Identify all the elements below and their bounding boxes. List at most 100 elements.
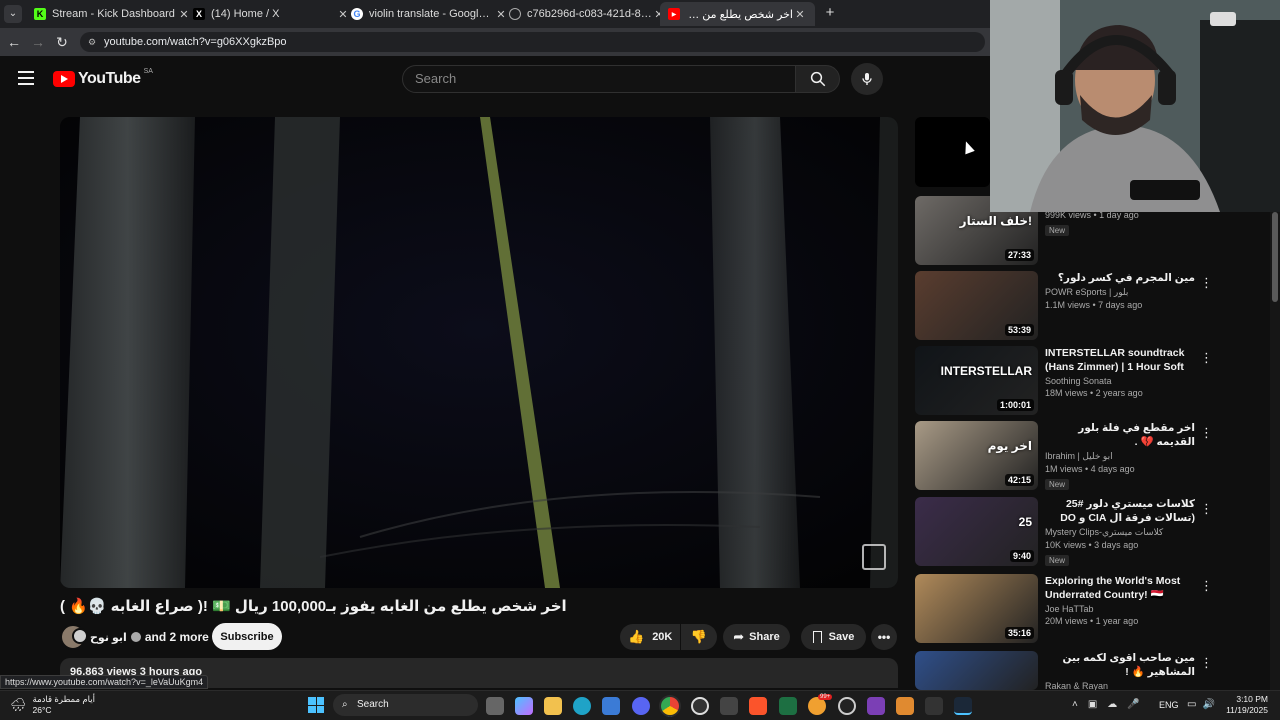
recommendation-channel[interactable]: Joe HaTTab bbox=[1045, 604, 1195, 614]
youtube-favicon-icon: ▶ bbox=[668, 8, 680, 20]
google-favicon-icon: G bbox=[351, 8, 363, 20]
more-vertical-icon[interactable]: ⋮ bbox=[1200, 425, 1213, 441]
recommendation-title[interactable]: INTERSTELLAR soundtrack (Hans Zimmer) | … bbox=[1045, 346, 1195, 374]
reload-icon[interactable]: ↻ bbox=[52, 32, 72, 52]
more-vertical-icon[interactable]: ⋮ bbox=[1200, 275, 1213, 291]
language-indicator[interactable]: ENG bbox=[1159, 700, 1179, 710]
obs-icon[interactable] bbox=[838, 697, 856, 715]
video-thumbnail[interactable]: INTERSTELLAR 1:00:01 bbox=[915, 346, 1038, 415]
save-button[interactable]: Save bbox=[801, 624, 866, 650]
forward-arrow-icon[interactable]: → bbox=[28, 32, 48, 52]
video-duration: 27:33 bbox=[1004, 249, 1034, 261]
brave-icon[interactable] bbox=[749, 697, 767, 715]
recommendation-title[interactable]: اخر مقطع في فلة بلور القديمه 💔 . bbox=[1045, 421, 1195, 449]
recommendation-info: INTERSTELLAR soundtrack (Hans Zimmer) | … bbox=[1045, 346, 1195, 398]
chevron-up-icon[interactable]: ˄ bbox=[1072, 699, 1078, 710]
new-tab-button[interactable]: + bbox=[822, 5, 838, 21]
like-button[interactable]: 👍 20K bbox=[620, 624, 680, 650]
recommendation-title[interactable]: كلاسات ميستري دلور #25 (تسالات فرقة ال C… bbox=[1045, 497, 1195, 525]
tab-title: Stream - Kick Dashboard bbox=[52, 8, 175, 20]
tab-youtube-video[interactable]: ▶ اخر شخص يطلع من الغابه يفوز بـ ✕ bbox=[660, 2, 815, 26]
tab-x-home[interactable]: X (14) Home / X ✕ bbox=[185, 2, 358, 26]
video-thumbnail[interactable]: اخر يوم 42:15 bbox=[915, 421, 1038, 490]
chrome-icon[interactable] bbox=[661, 697, 679, 715]
address-bar[interactable]: ⚙ youtube.com/watch?v=g06XXgkzBpo bbox=[80, 32, 985, 52]
app-icon-3[interactable] bbox=[867, 697, 885, 715]
store-icon[interactable] bbox=[602, 697, 620, 715]
tab-title: (14) Home / X bbox=[211, 8, 280, 20]
share-arrow-icon: ➦ bbox=[733, 629, 745, 644]
steam-icon[interactable] bbox=[954, 697, 972, 715]
excel-icon[interactable] bbox=[779, 697, 797, 715]
subscribe-button[interactable]: Subscribe bbox=[212, 623, 282, 650]
tab-search-dropdown-icon[interactable]: ⌄ bbox=[4, 5, 22, 23]
channel-watermark-icon[interactable] bbox=[862, 544, 886, 570]
bookmark-icon bbox=[812, 631, 822, 643]
network-volume-icons[interactable]: ▭ 🔊 bbox=[1187, 699, 1215, 710]
search-input[interactable]: Search bbox=[402, 65, 796, 93]
taskbar-search-label: Search bbox=[357, 699, 389, 710]
recommendation-title[interactable]: مين المجرم في كسر دلور؟ bbox=[1045, 271, 1195, 285]
ad-slot[interactable] bbox=[915, 117, 990, 187]
taskbar-search[interactable]: ⌕ Search bbox=[333, 694, 478, 716]
system-tray[interactable]: ˄ ▣ ☁ 🎤 bbox=[1072, 699, 1140, 710]
weather-widget[interactable]: 🌧 أيام ممطرة قادمة 26°C bbox=[10, 694, 95, 716]
recommendation-channel[interactable]: Mystery Clips-كلاسات ميستري bbox=[1045, 527, 1195, 538]
app-icon-5[interactable] bbox=[925, 697, 943, 715]
recommendation-channel[interactable]: POWR eSports | بلور bbox=[1045, 287, 1195, 298]
start-windows-icon[interactable] bbox=[308, 697, 324, 713]
recommendation-title[interactable]: Exploring the World's Most Underrated Co… bbox=[1045, 574, 1195, 602]
file-explorer-icon[interactable] bbox=[544, 697, 562, 715]
tab-google-search[interactable]: G violin translate - Google Search ✕ bbox=[343, 2, 516, 26]
app-icon-4[interactable] bbox=[896, 697, 914, 715]
site-info-icon[interactable]: ⚙ bbox=[88, 32, 96, 52]
recommendation-item[interactable]: اخر يوم 42:15 اخر مقطع في فلة بلور القديمه… bbox=[915, 421, 1235, 491]
dislike-button[interactable]: 👎 bbox=[681, 624, 717, 650]
more-vertical-icon[interactable]: ⋮ bbox=[1200, 501, 1213, 517]
app-icon[interactable] bbox=[691, 697, 709, 715]
tab-close-icon[interactable]: ✕ bbox=[793, 8, 807, 21]
video-thumbnail[interactable]: 35:16 bbox=[915, 574, 1038, 643]
copilot-icon[interactable] bbox=[515, 697, 533, 715]
microphone-icon[interactable]: 🎤 bbox=[1127, 699, 1139, 710]
recommendation-channel[interactable]: Ibrahim | ابو خليل bbox=[1045, 451, 1195, 462]
onedrive-icon[interactable]: ☁ bbox=[1107, 699, 1117, 710]
youtube-header: YouTube SA Search bbox=[0, 56, 990, 102]
tray-app-icon[interactable]: ▣ bbox=[1088, 699, 1097, 710]
task-view-icon[interactable] bbox=[486, 697, 504, 715]
region-code: SA bbox=[143, 67, 153, 75]
more-actions-button[interactable]: ••• bbox=[871, 624, 897, 650]
youtube-logo[interactable]: YouTube SA bbox=[53, 67, 153, 89]
time: 3:10 PM bbox=[1236, 694, 1268, 704]
recommendation-item[interactable]: INTERSTELLAR 1:00:01 INTERSTELLAR soundtra… bbox=[915, 346, 1235, 416]
app-icon-2[interactable] bbox=[720, 697, 738, 715]
search-button[interactable] bbox=[795, 65, 840, 93]
video-thumbnail[interactable]: 25 9:40 bbox=[915, 497, 1038, 566]
voice-search-button[interactable] bbox=[851, 63, 883, 95]
hamburger-menu-icon[interactable] bbox=[18, 71, 34, 85]
tab-uuid-page[interactable]: c76b296d-c083-421d-8799-dd ✕ bbox=[501, 2, 674, 26]
clock[interactable]: 3:10 PM 11/19/2025 bbox=[1224, 694, 1268, 716]
edge-icon[interactable] bbox=[573, 697, 591, 715]
video-thumbnail[interactable]: 53:39 bbox=[915, 271, 1038, 340]
tab-kick-dashboard[interactable]: K Stream - Kick Dashboard ✕ bbox=[26, 2, 199, 26]
more-vertical-icon[interactable]: ⋮ bbox=[1200, 578, 1213, 594]
share-button[interactable]: ➦ Share bbox=[723, 624, 790, 650]
channel-avatar-2[interactable] bbox=[72, 628, 88, 644]
recommendation-channel[interactable]: Soothing Sonata bbox=[1045, 376, 1195, 386]
more-vertical-icon[interactable]: ⋮ bbox=[1200, 655, 1213, 671]
back-arrow-icon[interactable]: ← bbox=[4, 32, 24, 52]
recommendation-item[interactable]: 25 9:40 كلاسات ميستري دلور #25 (تسالات فرق… bbox=[915, 497, 1235, 567]
recommendation-item[interactable]: مين صاحب اقوى لكمه بين المشاهير 🔥 ! Rakan… bbox=[915, 651, 1235, 691]
new-badge: New bbox=[1045, 225, 1070, 236]
recommendation-item[interactable]: 35:16 Exploring the World's Most Underrat… bbox=[915, 574, 1235, 644]
video-thumbnail[interactable] bbox=[915, 651, 1038, 690]
search-icon: ⌕ bbox=[342, 699, 348, 710]
recommendation-item[interactable]: 53:39 مين المجرم في كسر دلور؟ POWR eSports… bbox=[915, 271, 1235, 341]
video-player[interactable] bbox=[60, 117, 898, 588]
recommendation-title[interactable]: مين صاحب اقوى لكمه بين المشاهير 🔥 ! bbox=[1045, 651, 1196, 679]
discord-icon[interactable] bbox=[632, 697, 650, 715]
channel-name-row[interactable]: ابو نوح and 2 more bbox=[90, 630, 209, 644]
page-scrollbar[interactable] bbox=[1270, 212, 1280, 690]
more-vertical-icon[interactable]: ⋮ bbox=[1200, 350, 1213, 366]
